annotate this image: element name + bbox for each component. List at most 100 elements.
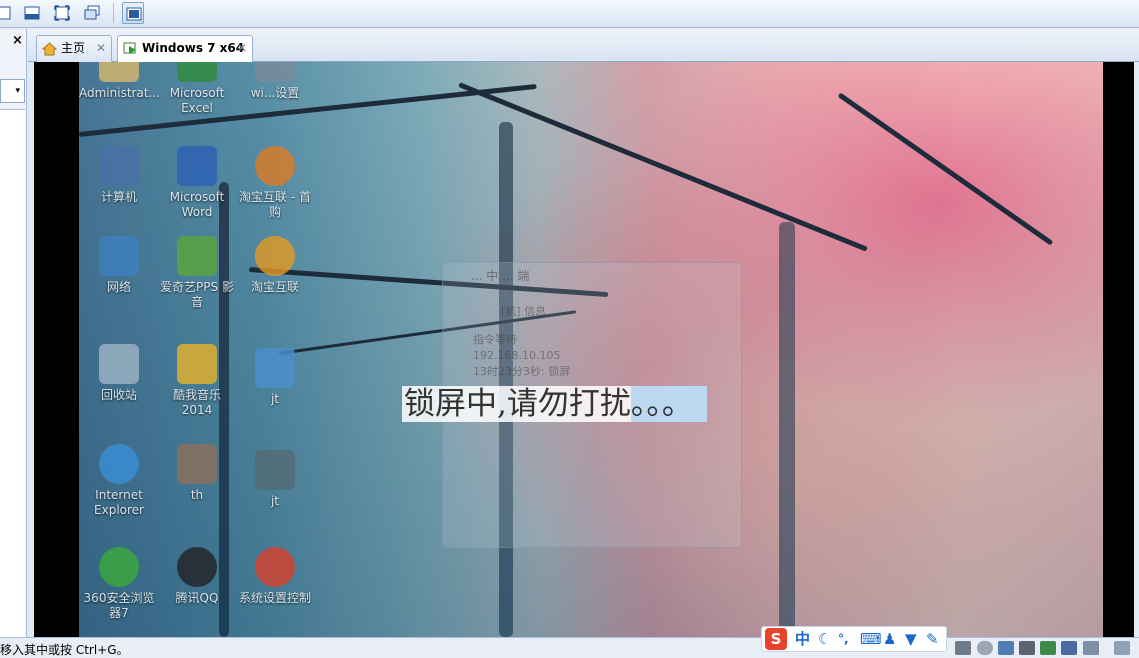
folder-icon	[177, 444, 217, 484]
chevron-down-icon: ▾	[15, 86, 20, 96]
excel-icon	[177, 62, 217, 82]
window-text-line: 指令等待	[473, 333, 517, 346]
desktop-icon[interactable]: 腾讯QQ	[157, 547, 237, 637]
desktop-icon-label: Internet Explorer	[94, 488, 144, 517]
window-text-line: 192.168.10.105	[473, 349, 561, 362]
tab-home[interactable]: 主页 ✕	[36, 35, 112, 62]
recycle-bin-icon	[99, 344, 139, 384]
desktop-icon[interactable]: Microsoft Word	[157, 146, 237, 236]
vm-toolbar	[0, 0, 1139, 28]
ie-icon	[99, 444, 139, 484]
settings-icon	[255, 62, 295, 82]
desktop-icon[interactable]: 爱奇艺PPS 影音	[157, 236, 237, 326]
computer-icon	[99, 146, 139, 186]
window-title: ... 中 ... 端	[471, 269, 530, 283]
iqiyi-icon	[177, 236, 217, 276]
desktop-icon-label: 回收站	[100, 388, 137, 402]
printer-icon[interactable]	[1019, 641, 1035, 655]
desktop-icon-label: Microsoft Excel	[169, 86, 225, 115]
desktop-icon-label: th	[190, 488, 204, 502]
desktop-icon[interactable]: th	[157, 444, 237, 534]
desktop-icon[interactable]: jt	[235, 450, 315, 540]
tab-windows7[interactable]: Windows 7 x64 ✕	[117, 35, 253, 63]
tab-windows7-close-icon[interactable]: ✕	[237, 36, 247, 61]
sogou-logo-icon[interactable]: S	[765, 628, 787, 650]
vm-play-icon	[123, 42, 136, 54]
punct-icon[interactable]: °,	[838, 629, 849, 649]
desktop-icon-label: jt	[270, 392, 280, 406]
desktop-icon[interactable]: Internet Explorer	[79, 444, 159, 534]
image-file-icon	[255, 348, 295, 388]
desktop-icon-label: 酷我音乐 2014	[172, 388, 221, 417]
vertical-scrollbar[interactable]	[1134, 62, 1139, 637]
fit-window-button[interactable]	[21, 2, 43, 24]
sound-icon[interactable]	[1040, 641, 1056, 655]
image-file2-icon	[255, 450, 295, 490]
vm-display[interactable]: Administrat... Microsoft Excel wi...设置 计…	[34, 62, 1134, 637]
ime-mode-toggle[interactable]: 中	[795, 629, 810, 649]
desktop-icon-label: 腾讯QQ	[175, 591, 219, 605]
desktop-icon-label: 系统设置控制	[238, 591, 311, 605]
desktop-icon[interactable]: 系统设置控制	[235, 547, 315, 637]
desktop-icon-label: jt	[270, 494, 280, 508]
toolbar-separator	[113, 3, 114, 23]
desktop-icon-label: 淘宝互联 - 首 购	[239, 190, 311, 219]
guest-desktop[interactable]: Administrat... Microsoft Excel wi...设置 计…	[79, 62, 1103, 637]
taobao2-icon	[255, 236, 295, 276]
desktop-icon[interactable]: 淘宝互联	[235, 236, 315, 326]
system-gear-icon	[255, 547, 295, 587]
message-icon[interactable]	[1114, 641, 1130, 655]
desktop-icon-label: 计算机	[100, 190, 137, 204]
desktop-icon-label: Microsoft Word	[169, 190, 225, 219]
wrench-icon[interactable]: ✎	[926, 629, 939, 649]
360-browser-icon	[99, 547, 139, 587]
shirt-icon[interactable]: ▼	[905, 629, 917, 649]
moon-icon[interactable]: ☾	[818, 629, 831, 649]
kuwo-icon	[177, 344, 217, 384]
user-icon[interactable]: ♟	[883, 629, 896, 649]
desktop-icon-label: Administrat...	[79, 86, 160, 100]
desktop-icon[interactable]: 360安全浏览器7	[79, 547, 159, 637]
qq-icon	[177, 547, 217, 587]
desktop-icon-label: 360安全浏览器7	[83, 591, 155, 620]
tab-home-label: 主页	[61, 41, 86, 55]
hdd-icon[interactable]	[955, 641, 971, 655]
usb-icon[interactable]	[1061, 641, 1077, 655]
full-screen-button[interactable]	[51, 2, 73, 24]
word-icon	[177, 146, 217, 186]
desktop-icon[interactable]: 淘宝互联 - 首 购	[235, 146, 315, 236]
window-text-line: [机] 信息	[501, 305, 547, 318]
console-view-button[interactable]	[122, 2, 144, 24]
desktop-icon-label: 网络	[106, 280, 131, 294]
library-list[interactable]	[0, 109, 25, 658]
ime-toolbar[interactable]: S 中 ☾ °, ⌨ ♟ ▼ ✎	[761, 626, 947, 652]
lock-screen-message: 锁屏中,请勿打扰。。。	[402, 380, 707, 428]
cd-icon[interactable]	[977, 641, 993, 655]
unity-button[interactable]	[81, 2, 103, 24]
keyboard-icon[interactable]: ⌨	[860, 629, 882, 649]
desktop-icon[interactable]: Administrat...	[79, 62, 160, 132]
window-text-line: 13时23分3秒: 锁屏	[473, 365, 571, 378]
network-adapter-icon[interactable]	[998, 641, 1014, 655]
desktop-icon[interactable]: 计算机	[79, 146, 159, 236]
desktop-icon[interactable]: 网络	[79, 236, 159, 326]
desktop-icon[interactable]: 回收站	[79, 344, 159, 434]
status-hint-text: 移入其中或按 Ctrl+G。	[0, 643, 129, 657]
tab-home-close-icon[interactable]: ✕	[96, 36, 106, 61]
tab-windows7-label: Windows 7 x64	[142, 41, 245, 55]
tab-bar: 主页 ✕ Windows 7 x64 ✕	[28, 29, 1139, 63]
home-icon	[42, 42, 57, 56]
network-icon	[99, 236, 139, 276]
desktop-icon-label: 淘宝互联	[250, 280, 299, 294]
desktop-icon[interactable]: 酷我音乐 2014	[157, 344, 237, 434]
display-icon[interactable]	[1083, 641, 1099, 655]
desktop-icon[interactable]: wi...设置	[235, 62, 315, 132]
normal-view-button[interactable]	[0, 2, 14, 24]
panel-close-icon[interactable]: ×	[12, 33, 23, 48]
lock-message-text: 锁屏中,请勿打扰	[402, 386, 631, 422]
desktop-icon-label: wi...设置	[250, 86, 300, 100]
desktop-icon[interactable]: Microsoft Excel	[157, 62, 237, 132]
library-panel: × ▾	[0, 29, 27, 658]
desktop-icon[interactable]: jt	[235, 348, 315, 438]
library-filter-dropdown[interactable]: ▾	[0, 79, 25, 103]
